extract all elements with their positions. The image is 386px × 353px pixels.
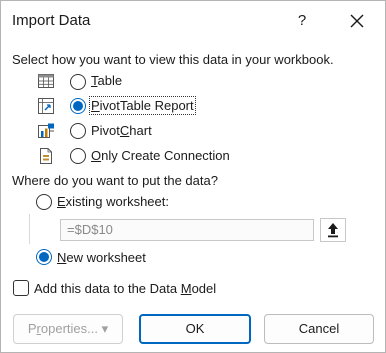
location-prompt: Where do you want to put the data?	[12, 173, 218, 188]
properties-button[interactable]: Properties... ▾	[13, 314, 123, 344]
pivotchart-option-label[interactable]: PivotChart	[91, 123, 152, 138]
help-button[interactable]: ?	[289, 7, 315, 35]
indent-divider	[29, 214, 30, 244]
dropdown-arrow-icon: ▾	[101, 321, 109, 336]
ok-button[interactable]: OK	[139, 314, 251, 344]
data-model-checkbox[interactable]	[13, 280, 29, 296]
dialog-title: Import Data	[12, 12, 91, 29]
connection-icon	[40, 148, 52, 164]
range-picker-button[interactable]	[320, 218, 346, 242]
connection-option-label[interactable]: Only Create Connection	[91, 148, 230, 163]
close-button[interactable]	[341, 5, 373, 37]
view-prompt: Select how you want to view this data in…	[12, 52, 334, 67]
cancel-button[interactable]: Cancel	[264, 314, 374, 344]
upload-arrow-icon	[328, 223, 338, 238]
new-worksheet-radio[interactable]	[36, 249, 52, 265]
existing-worksheet-radio[interactable]	[36, 194, 52, 210]
new-worksheet-label[interactable]: New worksheet	[57, 250, 146, 265]
table-option-label[interactable]: Table	[91, 73, 122, 88]
pivottable-option-label[interactable]: PivotTable Report	[89, 96, 196, 115]
close-icon	[350, 14, 364, 28]
pivottable-icon	[38, 98, 54, 114]
data-model-label[interactable]: Add this data to the Data Model	[34, 281, 216, 296]
title-bar: Import Data ?	[1, 1, 385, 41]
table-radio[interactable]	[70, 74, 86, 90]
import-data-dialog: Import Data ? Select how you want to vie…	[0, 0, 386, 353]
pivotchart-radio[interactable]	[70, 123, 86, 139]
location-range-input[interactable]: =$D$10	[60, 219, 314, 241]
pivotchart-icon	[38, 123, 54, 138]
existing-worksheet-label[interactable]: Existing worksheet:	[57, 194, 169, 209]
table-icon	[38, 74, 54, 88]
connection-radio[interactable]	[70, 148, 86, 164]
pivottable-radio[interactable]	[70, 98, 86, 114]
